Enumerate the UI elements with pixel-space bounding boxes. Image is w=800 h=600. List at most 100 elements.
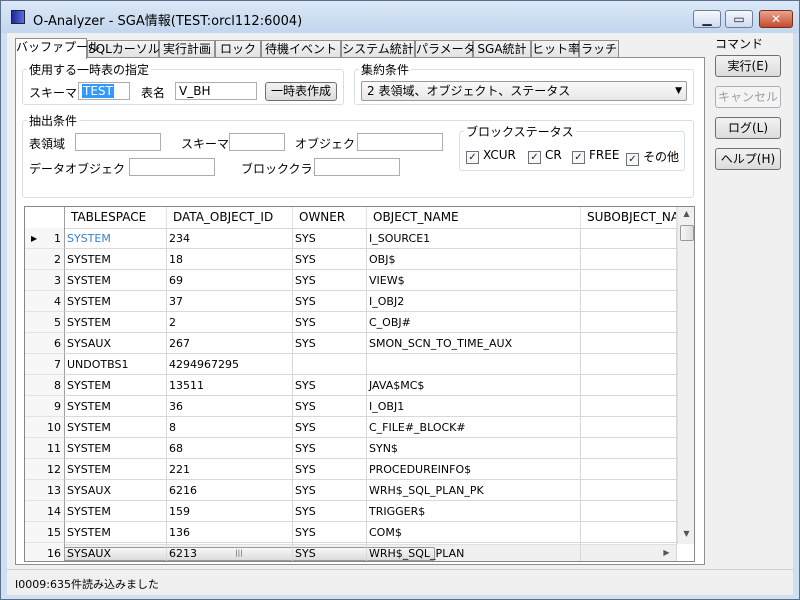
grid-cell[interactable] — [581, 228, 677, 249]
row-header[interactable]: 5 — [25, 312, 65, 333]
row-header[interactable]: 3 — [25, 270, 65, 291]
grid-cell[interactable]: SYS — [293, 249, 367, 270]
grid-cell[interactable]: TRIGGER$ — [367, 501, 581, 522]
tab-system-stats[interactable]: システム統計 — [341, 40, 415, 58]
scroll-down-icon[interactable]: ▼ — [678, 529, 694, 538]
status-free-checkbox[interactable]: ✓ FREE — [572, 148, 619, 164]
grid-cell[interactable] — [581, 417, 677, 438]
tab-latch[interactable]: ラッチ — [579, 40, 619, 58]
grid-cell[interactable] — [581, 522, 677, 543]
grid-cell[interactable]: 18 — [167, 249, 293, 270]
row-header[interactable]: 8 — [25, 375, 65, 396]
grid-cell[interactable]: SYS — [293, 291, 367, 312]
grid-cell[interactable]: WRH$_SQL_PLAN_PK — [367, 480, 581, 501]
title-bar[interactable]: O-Analyzer - SGA情報(TEST:orcl112:6004) ▁ … — [1, 1, 799, 33]
grid-cell[interactable]: SYS — [293, 228, 367, 249]
tab-sga-stats[interactable]: SGA統計 — [473, 40, 531, 58]
grid-cell[interactable]: SYSTEM — [65, 396, 167, 417]
tab-parameters[interactable]: パラメータ — [415, 40, 476, 58]
row-header[interactable]: 11 — [25, 438, 65, 459]
grid-cell[interactable] — [581, 249, 677, 270]
grid-cell[interactable] — [581, 354, 677, 375]
minimize-button[interactable]: ▁ — [693, 10, 721, 28]
row-header[interactable]: 10 — [25, 417, 65, 438]
grid-cell[interactable]: I_OBJ2 — [367, 291, 581, 312]
grid-cell[interactable]: SYS — [293, 501, 367, 522]
tab-wait-events[interactable]: 待機イベント — [261, 40, 341, 58]
grid-cell[interactable]: VIEW$ — [367, 270, 581, 291]
grid-cell[interactable]: SYSAUX — [65, 480, 167, 501]
tab-lock[interactable]: ロック — [215, 40, 261, 58]
column-header[interactable]: SUBOBJECT_NA — [581, 207, 677, 228]
grid-cell[interactable] — [581, 270, 677, 291]
grid-cell[interactable]: SYSTEM — [65, 375, 167, 396]
grid-cell[interactable] — [581, 501, 677, 522]
grid-cell[interactable] — [367, 354, 581, 375]
grid-cell[interactable]: SYSTEM — [65, 501, 167, 522]
row-header[interactable]: 2 — [25, 249, 65, 270]
row-header[interactable]: 7 — [25, 354, 65, 375]
column-header[interactable]: DATA_OBJECT_ID — [167, 207, 293, 228]
grid-cell[interactable] — [581, 291, 677, 312]
grid-cell[interactable]: SYS — [293, 312, 367, 333]
grid-cell[interactable]: SYSAUX — [65, 543, 167, 561]
row-header[interactable]: ▶ 1 — [25, 228, 65, 249]
row-header[interactable]: 13 — [25, 480, 65, 501]
grid-cell[interactable]: PROCEDUREINFO$ — [367, 459, 581, 480]
grid-cell[interactable]: SYSTEM — [65, 228, 167, 249]
status-xcur-checkbox[interactable]: ✓ XCUR — [466, 148, 516, 164]
grid-cell[interactable]: SYS — [293, 417, 367, 438]
results-grid[interactable]: TABLESPACE DATA_OBJECT_ID OWNER OBJECT_NAME… — [24, 206, 695, 562]
extract-schema-input[interactable] — [229, 133, 285, 151]
grid-cell[interactable]: 136 — [167, 522, 293, 543]
grid-cell[interactable]: I_OBJ1 — [367, 396, 581, 417]
row-header[interactable]: 14 — [25, 501, 65, 522]
grid-cell[interactable]: C_FILE#_BLOCK# — [367, 417, 581, 438]
grid-cell[interactable]: SYN$ — [367, 438, 581, 459]
grid-cell[interactable]: SMON_SCN_TO_TIME_AUX — [367, 333, 581, 354]
grid-cell[interactable]: C_OBJ# — [367, 312, 581, 333]
row-header[interactable]: 4 — [25, 291, 65, 312]
vertical-scrollbar[interactable]: ▲ ▼ — [677, 207, 694, 544]
grid-cell[interactable]: SYSTEM — [65, 291, 167, 312]
grid-cell[interactable] — [581, 543, 677, 561]
grid-cell[interactable]: SYS — [293, 522, 367, 543]
temp-schema-input[interactable]: TEST — [78, 82, 130, 100]
grid-cell[interactable]: 8 — [167, 417, 293, 438]
grid-cell[interactable]: 267 — [167, 333, 293, 354]
column-header[interactable]: OBJECT_NAME — [367, 207, 581, 228]
grid-cell[interactable]: SYSTEM — [65, 459, 167, 480]
grid-cell[interactable]: SYSTEM — [65, 249, 167, 270]
grid-cell[interactable]: 234 — [167, 228, 293, 249]
grid-cell[interactable]: 68 — [167, 438, 293, 459]
block-class-input[interactable] — [314, 158, 400, 176]
tab-execution-plan[interactable]: 実行計画 — [159, 40, 215, 58]
grid-cell[interactable]: SYSTEM — [65, 312, 167, 333]
row-header[interactable]: 15 — [25, 522, 65, 543]
grid-cell[interactable]: SYS — [293, 333, 367, 354]
log-button[interactable]: ログ(L) — [715, 117, 781, 139]
grid-cell[interactable]: 36 — [167, 396, 293, 417]
row-header[interactable]: 9 — [25, 396, 65, 417]
help-button[interactable]: ヘルプ(H) — [715, 148, 781, 170]
object-input[interactable] — [357, 133, 443, 151]
scroll-up-icon[interactable]: ▲ — [678, 209, 694, 218]
grid-cell[interactable]: 4294967295 — [167, 354, 293, 375]
grid-cell[interactable]: I_SOURCE1 — [367, 228, 581, 249]
row-header[interactable]: 16 — [25, 543, 65, 561]
grid-cell[interactable] — [581, 375, 677, 396]
grid-cell[interactable]: SYSTEM — [65, 438, 167, 459]
grid-cell[interactable]: OBJ$ — [367, 249, 581, 270]
grid-cell[interactable]: JAVA$MC$ — [367, 375, 581, 396]
grid-cell[interactable] — [581, 459, 677, 480]
vertical-scroll-thumb[interactable] — [680, 225, 694, 241]
grid-cell[interactable]: SYS — [293, 375, 367, 396]
row-header[interactable]: 12 — [25, 459, 65, 480]
grid-cell[interactable]: 6216 — [167, 480, 293, 501]
column-header[interactable]: OWNER — [293, 207, 367, 228]
grid-cell[interactable]: UNDOTBS1 — [65, 354, 167, 375]
grid-cell[interactable]: SYS — [293, 459, 367, 480]
grid-cell[interactable]: SYS — [293, 270, 367, 291]
status-cr-checkbox[interactable]: ✓ CR — [528, 148, 562, 164]
grid-cell[interactable]: COM$ — [367, 522, 581, 543]
